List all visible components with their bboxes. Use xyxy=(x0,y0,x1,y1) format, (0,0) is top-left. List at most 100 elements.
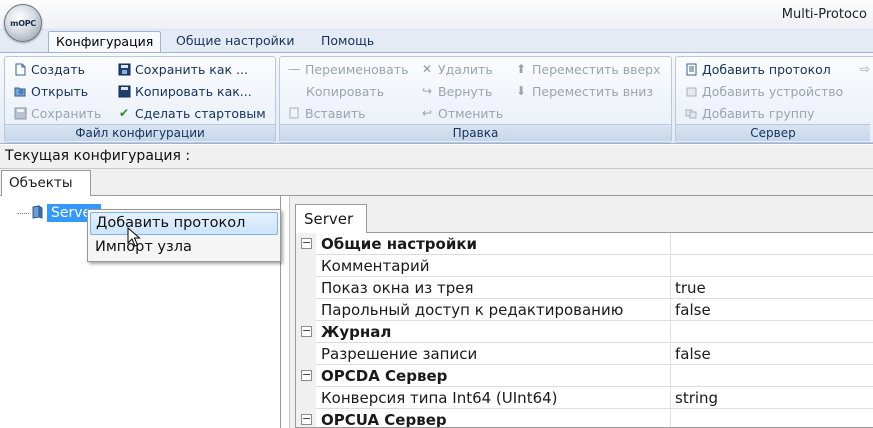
property-category[interactable]: − Журнал xyxy=(296,321,873,343)
save-button[interactable]: Сохранить xyxy=(13,103,101,123)
arrow-up-icon: ⬆ xyxy=(515,62,527,76)
ribbon: Создать Открыть Сохранить Сохранить как … xyxy=(0,52,873,144)
delete-x-icon: ✕ xyxy=(421,62,433,76)
property-value[interactable]: false xyxy=(672,343,873,365)
tab-configuration[interactable]: Конфигурация xyxy=(48,31,162,52)
property-name: OPCUA Сервер xyxy=(316,409,671,427)
save-icon xyxy=(13,106,27,120)
make-startup-label: Сделать стартовым xyxy=(135,105,266,121)
property-value xyxy=(672,233,873,255)
property-name: OPCDA Сервер xyxy=(316,365,671,387)
property-category[interactable]: − OPCUA Сервер xyxy=(296,409,873,427)
tab-server[interactable]: Server xyxy=(295,204,367,233)
delete-button[interactable]: ✕ Удалить xyxy=(420,59,493,79)
property-name: Общие настройки xyxy=(316,233,671,255)
add-protocol-button[interactable]: Добавить протокол xyxy=(684,59,831,79)
property-row[interactable]: Комментарий xyxy=(296,255,873,277)
rename-icon: — xyxy=(288,62,300,76)
edit-group-label: Правка xyxy=(280,124,671,141)
collapse-minus-icon[interactable]: − xyxy=(301,237,312,249)
property-value[interactable] xyxy=(672,255,873,277)
property-row[interactable]: Конверсия типа Int64 (UInt64) string xyxy=(296,387,873,409)
property-value[interactable]: true xyxy=(672,277,873,299)
add-group-button[interactable]: Добавить группу xyxy=(684,103,815,123)
property-name: Показ окна из трея xyxy=(316,277,671,299)
rename-button[interactable]: — Переименовать xyxy=(287,59,408,79)
property-grid: − Общие настройки Комментарий Показ окна… xyxy=(295,232,873,428)
redo-button[interactable]: ↪ Вернуть xyxy=(420,81,492,101)
property-category[interactable]: − OPCDA Сервер xyxy=(296,365,873,387)
property-name: Парольный доступ к редактированию xyxy=(316,299,671,321)
edit-group: — Переименовать Копировать Вставить ✕ Уд… xyxy=(279,56,672,143)
current-config-bar: Текущая конфигурация : xyxy=(0,145,873,169)
open-button[interactable]: Открыть xyxy=(13,81,88,101)
save-as-icon xyxy=(117,62,131,76)
grid-gutter xyxy=(296,277,316,299)
overflow-arrow-icon[interactable]: ⇨ xyxy=(858,62,872,76)
server-node-icon xyxy=(30,205,44,219)
property-value[interactable]: false xyxy=(672,299,873,321)
property-row[interactable]: Разрешение записи false xyxy=(296,343,873,365)
property-value xyxy=(672,365,873,387)
grid-gutter: − xyxy=(296,233,316,255)
grid-gutter: − xyxy=(296,365,316,387)
mouse-cursor-icon xyxy=(127,227,141,247)
move-down-label: Переместить вниз xyxy=(532,83,654,99)
copy-as-icon xyxy=(117,84,131,98)
grid-gutter xyxy=(296,343,316,365)
move-up-button[interactable]: ⬆ Переместить вверх xyxy=(514,59,661,79)
property-name: Комментарий xyxy=(316,255,671,277)
server-group: Добавить протокол Добавить устройство До… xyxy=(675,56,873,143)
grid-gutter xyxy=(296,299,316,321)
property-value xyxy=(672,409,873,427)
copy-as-label: Копировать как... xyxy=(135,83,252,99)
context-menu: Добавить протокол Импорт узла xyxy=(87,209,281,262)
move-down-button[interactable]: ⬇ Переместить вниз xyxy=(514,81,653,101)
undo-label: Отменить xyxy=(438,105,504,121)
collapse-minus-icon[interactable]: − xyxy=(301,325,312,337)
tab-general-settings[interactable]: Общие настройки xyxy=(169,31,301,52)
redo-label: Вернуть xyxy=(438,83,493,99)
objects-tab-strip: Объекты xyxy=(0,169,873,197)
add-protocol-icon xyxy=(684,62,698,76)
grid-gutter xyxy=(296,255,316,277)
app-logo-text: mOPC xyxy=(10,18,36,28)
create-label: Создать xyxy=(31,61,85,77)
properties-panel: Server − Общие настройки Комментарий Пок… xyxy=(289,196,873,428)
create-button[interactable]: Создать xyxy=(13,59,85,79)
ribbon-tab-strip: Конфигурация Общие настройки Помощь xyxy=(0,30,873,52)
property-name: Конверсия типа Int64 (UInt64) xyxy=(316,387,671,409)
add-device-button[interactable]: Добавить устройство xyxy=(684,81,843,101)
new-file-icon xyxy=(13,62,27,76)
rename-label: Переименовать xyxy=(305,61,409,77)
menu-item-import-node[interactable]: Импорт узла xyxy=(90,236,278,259)
copy-label: Копировать xyxy=(306,83,385,99)
copy-button[interactable]: Копировать xyxy=(306,81,384,101)
tab-objects[interactable]: Объекты xyxy=(1,170,91,197)
title-bar: mOPC Multi-Protoco xyxy=(0,0,873,42)
current-config-label: Текущая конфигурация : xyxy=(5,148,191,164)
grid-gutter xyxy=(296,387,316,409)
tab-help[interactable]: Помощь xyxy=(314,31,381,52)
undo-button[interactable]: ↩ Отменить xyxy=(420,103,503,123)
app-logo-icon[interactable]: mOPC xyxy=(4,4,42,42)
window-title: Multi-Protoco xyxy=(781,7,867,22)
tree-connector xyxy=(17,213,29,214)
save-as-button[interactable]: Сохранить как ... xyxy=(117,59,248,79)
add-protocol-label: Добавить протокол xyxy=(702,61,831,77)
paste-label: Вставить xyxy=(305,105,366,121)
menu-item-add-protocol[interactable]: Добавить протокол xyxy=(90,212,278,235)
redo-arrow-icon: ↪ xyxy=(421,84,433,98)
make-startup-button[interactable]: ✔ Сделать стартовым xyxy=(117,103,266,123)
collapse-minus-icon[interactable]: − xyxy=(301,369,312,381)
paste-button[interactable]: Вставить xyxy=(287,103,366,123)
property-value[interactable]: string xyxy=(672,387,873,409)
copy-as-button[interactable]: Копировать как... xyxy=(117,81,252,101)
checkmark-icon: ✔ xyxy=(118,106,130,120)
add-group-label: Добавить группу xyxy=(702,105,815,121)
property-row[interactable]: Показ окна из трея true xyxy=(296,277,873,299)
property-row[interactable]: Парольный доступ к редактированию false xyxy=(296,299,873,321)
property-category[interactable]: − Общие настройки xyxy=(296,233,873,255)
collapse-minus-icon[interactable]: − xyxy=(301,413,312,425)
file-config-group-label: Файл конфигурации xyxy=(5,124,275,141)
